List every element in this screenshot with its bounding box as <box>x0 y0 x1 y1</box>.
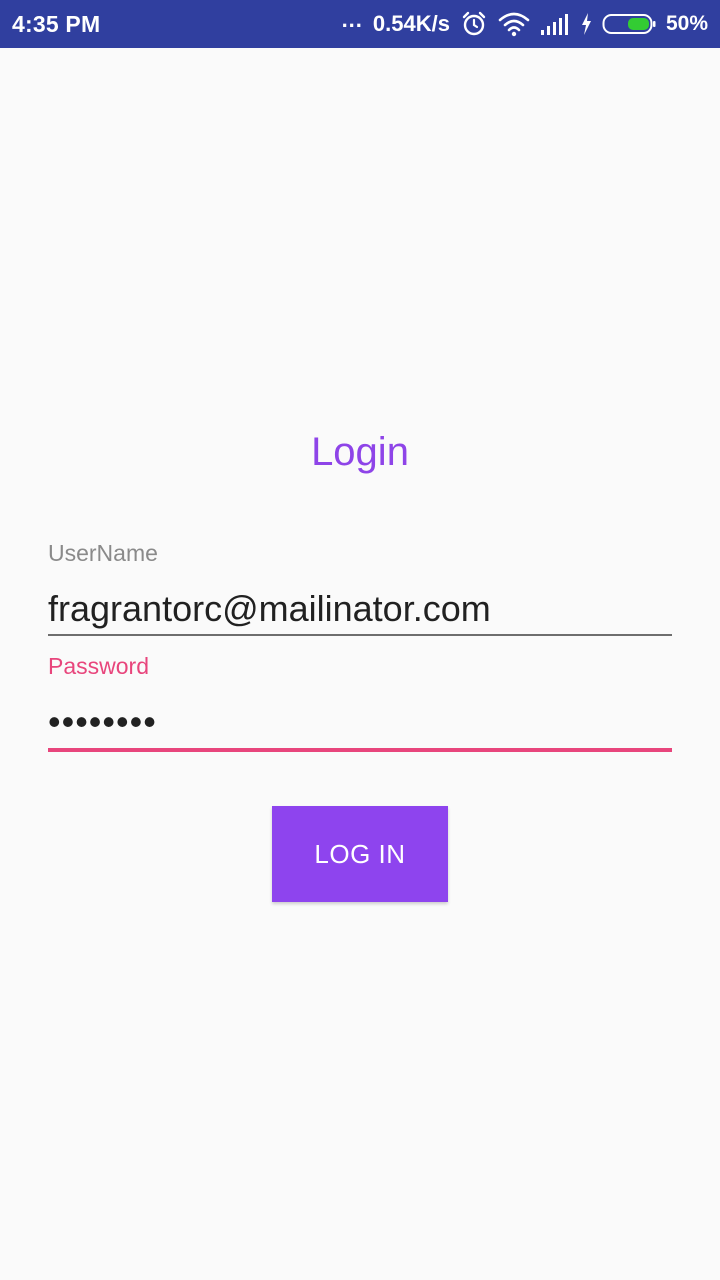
battery-icon <box>602 12 656 36</box>
login-screen: Login UserName Password LOG IN <box>0 48 720 1280</box>
network-speed: 0.54K/s <box>372 11 450 36</box>
username-label: UserName <box>48 540 158 566</box>
wifi-icon <box>498 11 530 37</box>
charging-icon <box>580 12 592 36</box>
status-indicators: ... 0.54K/s 50% <box>341 7 708 38</box>
alarm-icon <box>460 10 488 38</box>
battery-percent: 50% <box>665 12 708 35</box>
login-button[interactable]: LOG IN <box>272 806 448 902</box>
page-title: Login <box>311 430 409 474</box>
signal-icon <box>540 12 570 36</box>
notification-dots: ... <box>341 7 363 32</box>
status-bar: 4:35 PM ... 0.54K/s 50% <box>0 0 720 48</box>
status-time: 4:35 PM <box>12 10 101 37</box>
password-field[interactable] <box>48 696 672 752</box>
password-label: Password <box>48 653 149 679</box>
username-field[interactable] <box>48 584 672 636</box>
